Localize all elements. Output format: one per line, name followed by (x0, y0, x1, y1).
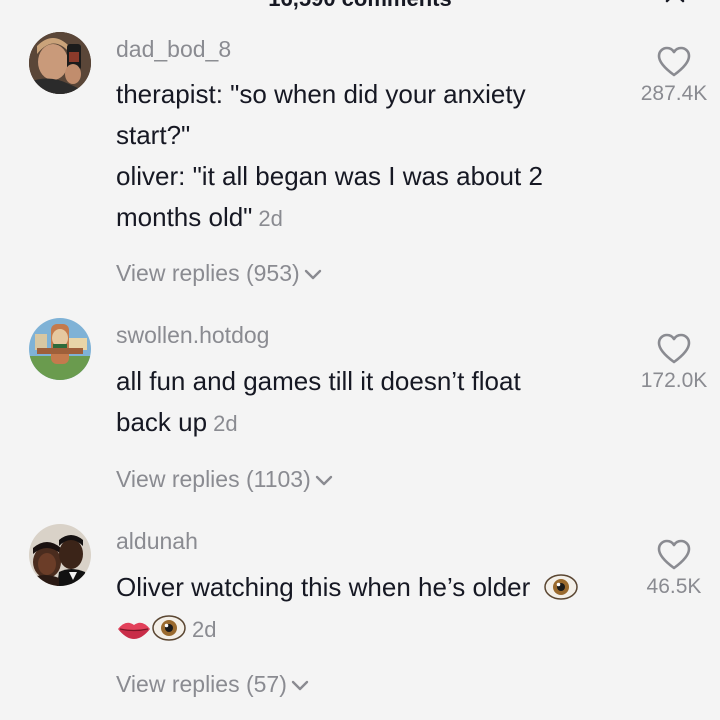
lips-emoji (118, 622, 150, 639)
comments-panel: 16,590 comments dad_bod_8 therapist: "so… (0, 0, 720, 720)
avatar[interactable] (29, 32, 91, 94)
comment-line-last: 2d (116, 608, 626, 650)
like-count: 46.5K (646, 575, 702, 598)
comment-body: Oliver watching this when he’s older 2d (116, 567, 626, 650)
comment-username[interactable]: swollen.hotdog (116, 322, 269, 349)
view-replies-label: View replies (57) (116, 671, 287, 697)
comment-line-text: months old" (116, 202, 253, 232)
view-replies-label: View replies (953) (116, 260, 300, 286)
like-button[interactable]: 172.0K (619, 333, 720, 393)
avatar[interactable] (29, 524, 91, 586)
like-count: 172.0K (640, 369, 708, 392)
view-replies-button[interactable]: View replies (1103) (116, 466, 334, 493)
heart-icon[interactable] (657, 333, 691, 365)
comments-header: 16,590 comments (0, 0, 720, 11)
avatar[interactable] (29, 318, 91, 380)
comment-line: Oliver watching this when he’s older (116, 567, 626, 608)
comment-body: all fun and games till it doesn’t float … (116, 361, 606, 444)
comment-username[interactable]: aldunah (116, 528, 198, 555)
heart-icon[interactable] (657, 539, 691, 571)
view-replies-label: View replies (1103) (116, 466, 311, 492)
eye-emoji (152, 615, 186, 641)
comment-line: therapist: "so when did your anxiety (116, 79, 526, 109)
comment-username[interactable]: dad_bod_8 (116, 36, 231, 63)
comment-line-last: back up 2d (116, 402, 606, 444)
comment-body: therapist: "so when did your anxiety sta… (116, 74, 606, 239)
chevron-down-icon (315, 475, 332, 485)
view-replies-button[interactable]: View replies (953) (116, 260, 323, 287)
comment-line-text: back up (116, 407, 208, 437)
like-count: 287.4K (640, 82, 708, 105)
close-icon[interactable] (664, 0, 686, 4)
comment-age: 2d (258, 206, 283, 231)
comment-line: start?" (116, 120, 191, 150)
like-button[interactable]: 46.5K (619, 539, 720, 599)
comment-line: all fun and games till it doesn’t float (116, 366, 521, 396)
chevron-down-icon (291, 680, 309, 690)
comments-count-title: 16,590 comments (0, 0, 720, 12)
comment-age: 2d (192, 617, 217, 642)
comment-line-last: months old" 2d (116, 197, 606, 239)
like-button[interactable]: 287.4K (619, 46, 720, 106)
comment-line-text: Oliver watching this when he’s older (116, 572, 531, 602)
heart-icon[interactable] (657, 46, 691, 78)
chevron-down-icon (304, 269, 321, 279)
view-replies-button[interactable]: View replies (57) (116, 671, 310, 698)
comment-line: oliver: "it all began was I was about 2 (116, 161, 543, 191)
comment-age: 2d (213, 411, 238, 436)
eye-emoji (543, 574, 578, 600)
